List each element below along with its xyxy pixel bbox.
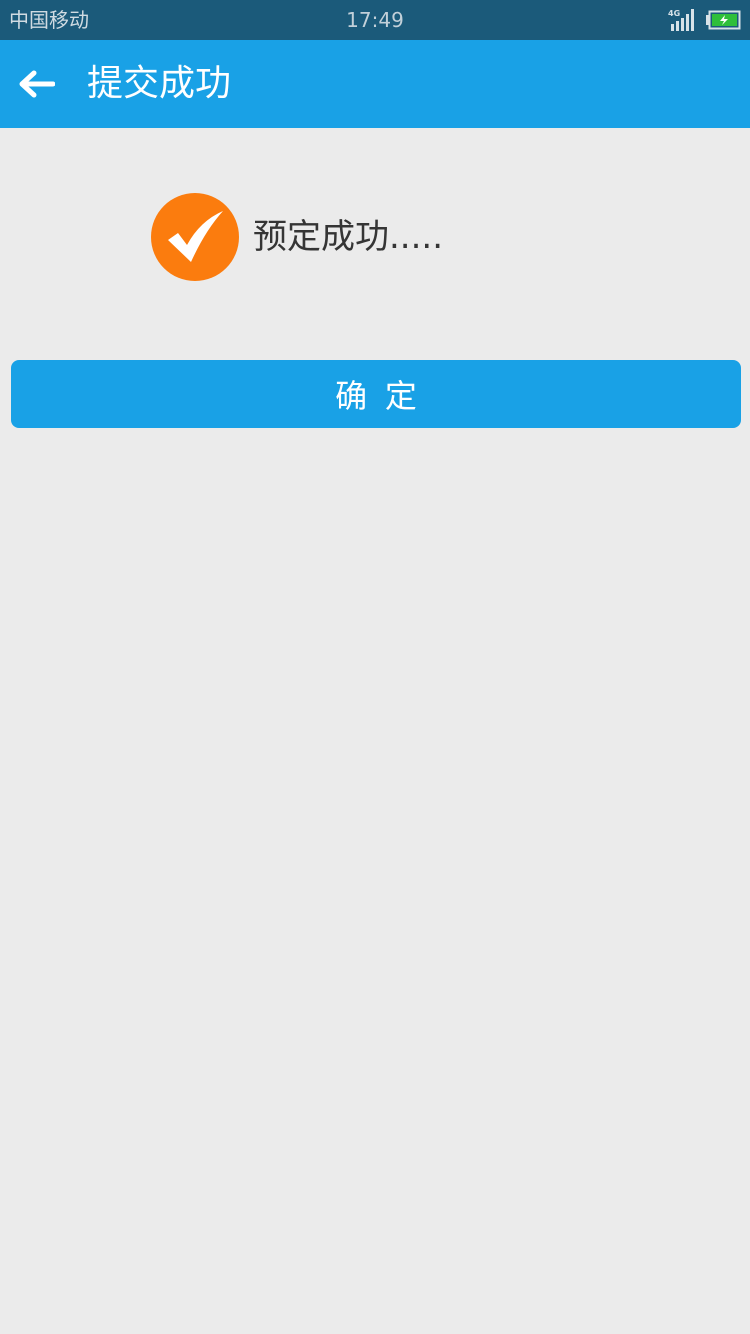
signal-4g-icon: 4G [668,9,694,31]
success-message-row: 预定成功..... [151,193,443,281]
arrow-left-icon [19,70,55,98]
status-bar: 中国移动 17:49 4G [0,0,750,40]
page-title: 提交成功 [87,63,232,104]
success-message: 预定成功..... [253,217,444,257]
battery-charging-icon [706,10,741,30]
status-time: 17:49 [346,8,404,32]
back-button[interactable] [8,56,64,112]
check-circle-icon [151,193,239,281]
network-type-label: 4G [668,9,680,18]
app-bar: 提交成功 [0,40,750,128]
confirm-button[interactable]: 确 定 [11,360,741,428]
